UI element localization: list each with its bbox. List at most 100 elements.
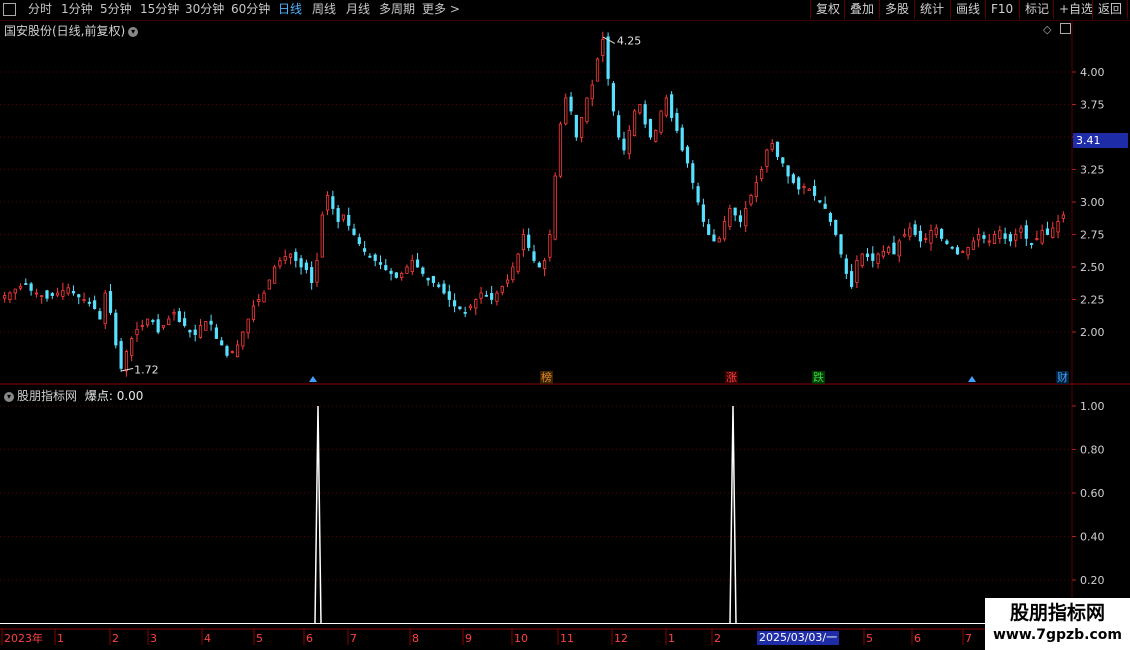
candle bbox=[897, 238, 901, 263]
candle bbox=[918, 225, 923, 248]
candle bbox=[860, 252, 864, 269]
candle-body bbox=[161, 325, 166, 328]
candle-body bbox=[680, 127, 684, 151]
candle bbox=[283, 249, 287, 265]
candle bbox=[1056, 214, 1060, 239]
candle bbox=[532, 244, 536, 264]
candle bbox=[220, 336, 224, 346]
candle-body bbox=[426, 277, 430, 281]
indicator-spike bbox=[314, 405, 322, 624]
candle-body bbox=[230, 351, 234, 353]
candle-body bbox=[902, 234, 907, 237]
candle bbox=[198, 319, 203, 339]
candle-body bbox=[363, 248, 367, 252]
candle bbox=[71, 285, 76, 296]
candle-body bbox=[341, 214, 346, 220]
chevron-down-icon[interactable]: ▾ bbox=[128, 26, 139, 37]
candle-body bbox=[484, 294, 488, 297]
price-tick-label: 3.00 bbox=[1080, 196, 1105, 209]
panel-toggle-icon[interactable] bbox=[1060, 23, 1071, 34]
candle-body bbox=[876, 253, 880, 264]
indicator-series bbox=[0, 405, 1072, 624]
candle-body bbox=[987, 240, 991, 243]
candle bbox=[452, 293, 457, 313]
candle-body bbox=[87, 301, 91, 304]
candle-body bbox=[812, 186, 817, 196]
candle bbox=[701, 198, 705, 227]
candle bbox=[696, 182, 700, 206]
candle-body bbox=[1040, 230, 1044, 244]
candle-body bbox=[235, 344, 240, 358]
diamond-icon[interactable]: ◇ bbox=[1043, 23, 1051, 36]
candle-body bbox=[130, 338, 134, 356]
candle bbox=[320, 211, 324, 258]
candle-body bbox=[500, 286, 504, 293]
candle bbox=[193, 324, 197, 342]
candle-body bbox=[225, 346, 229, 356]
candle-body bbox=[437, 284, 441, 287]
candle bbox=[373, 253, 377, 267]
candle bbox=[55, 287, 60, 298]
indicator-tick-label: 0.40 bbox=[1080, 531, 1105, 544]
candle bbox=[230, 350, 234, 354]
candle bbox=[744, 200, 748, 233]
candle bbox=[775, 141, 780, 160]
candle-body bbox=[670, 94, 674, 118]
candle bbox=[235, 340, 240, 358]
candle-body bbox=[887, 247, 891, 253]
candle bbox=[527, 228, 531, 251]
event-marker-finance[interactable]: 财 bbox=[1056, 371, 1069, 384]
candle-body bbox=[770, 143, 774, 150]
candle-body bbox=[707, 224, 711, 235]
chevron-down-icon[interactable]: ▾ bbox=[4, 391, 14, 402]
candle bbox=[410, 254, 414, 276]
price-tick-label: 4.00 bbox=[1080, 66, 1105, 79]
candle-body bbox=[188, 330, 192, 333]
candle-body bbox=[913, 224, 917, 235]
candle-body bbox=[564, 97, 568, 125]
candle-body bbox=[93, 300, 97, 310]
x-tick-label: 5 bbox=[256, 632, 263, 645]
candle bbox=[791, 172, 795, 185]
candle-body bbox=[278, 260, 282, 267]
event-marker-rise[interactable]: 涨 bbox=[725, 371, 738, 384]
event-marker-rank[interactable]: 榜 bbox=[540, 371, 553, 384]
candle bbox=[850, 264, 854, 289]
candle bbox=[214, 324, 218, 339]
candle-body bbox=[627, 130, 631, 155]
candle bbox=[749, 193, 753, 207]
indicator-name: 股朋指标网 bbox=[17, 389, 78, 403]
candle-body bbox=[828, 213, 833, 222]
candle bbox=[13, 288, 17, 300]
candle bbox=[161, 325, 166, 331]
candle bbox=[108, 284, 113, 316]
candle bbox=[992, 230, 997, 245]
candle-body bbox=[897, 240, 901, 257]
candle bbox=[130, 336, 134, 362]
candle-body bbox=[177, 311, 181, 322]
candle bbox=[18, 283, 23, 291]
candle bbox=[368, 253, 372, 259]
kline-chart[interactable]: 4.003.753.503.253.002.752.502.252.001.00… bbox=[0, 0, 1130, 650]
candle-body bbox=[924, 237, 928, 240]
candle-body bbox=[738, 215, 743, 222]
indicator-tick-label: 1.00 bbox=[1080, 400, 1105, 413]
candle-body bbox=[945, 240, 949, 244]
candle bbox=[617, 110, 621, 140]
candle-body bbox=[606, 36, 610, 79]
event-arrow-icon bbox=[968, 376, 976, 382]
candle-body bbox=[865, 253, 870, 257]
candle-body bbox=[18, 286, 23, 289]
candle bbox=[971, 237, 975, 250]
candle bbox=[325, 191, 330, 216]
candle-body bbox=[24, 283, 28, 285]
candle-body bbox=[505, 279, 510, 284]
candle bbox=[1019, 224, 1023, 240]
candle-body bbox=[114, 312, 118, 346]
candle-body bbox=[558, 123, 563, 177]
candle bbox=[426, 277, 430, 286]
candle-body bbox=[8, 292, 12, 300]
event-marker-fall[interactable]: 跌 bbox=[812, 371, 825, 384]
candle-body bbox=[950, 246, 954, 249]
candle bbox=[1014, 228, 1018, 248]
